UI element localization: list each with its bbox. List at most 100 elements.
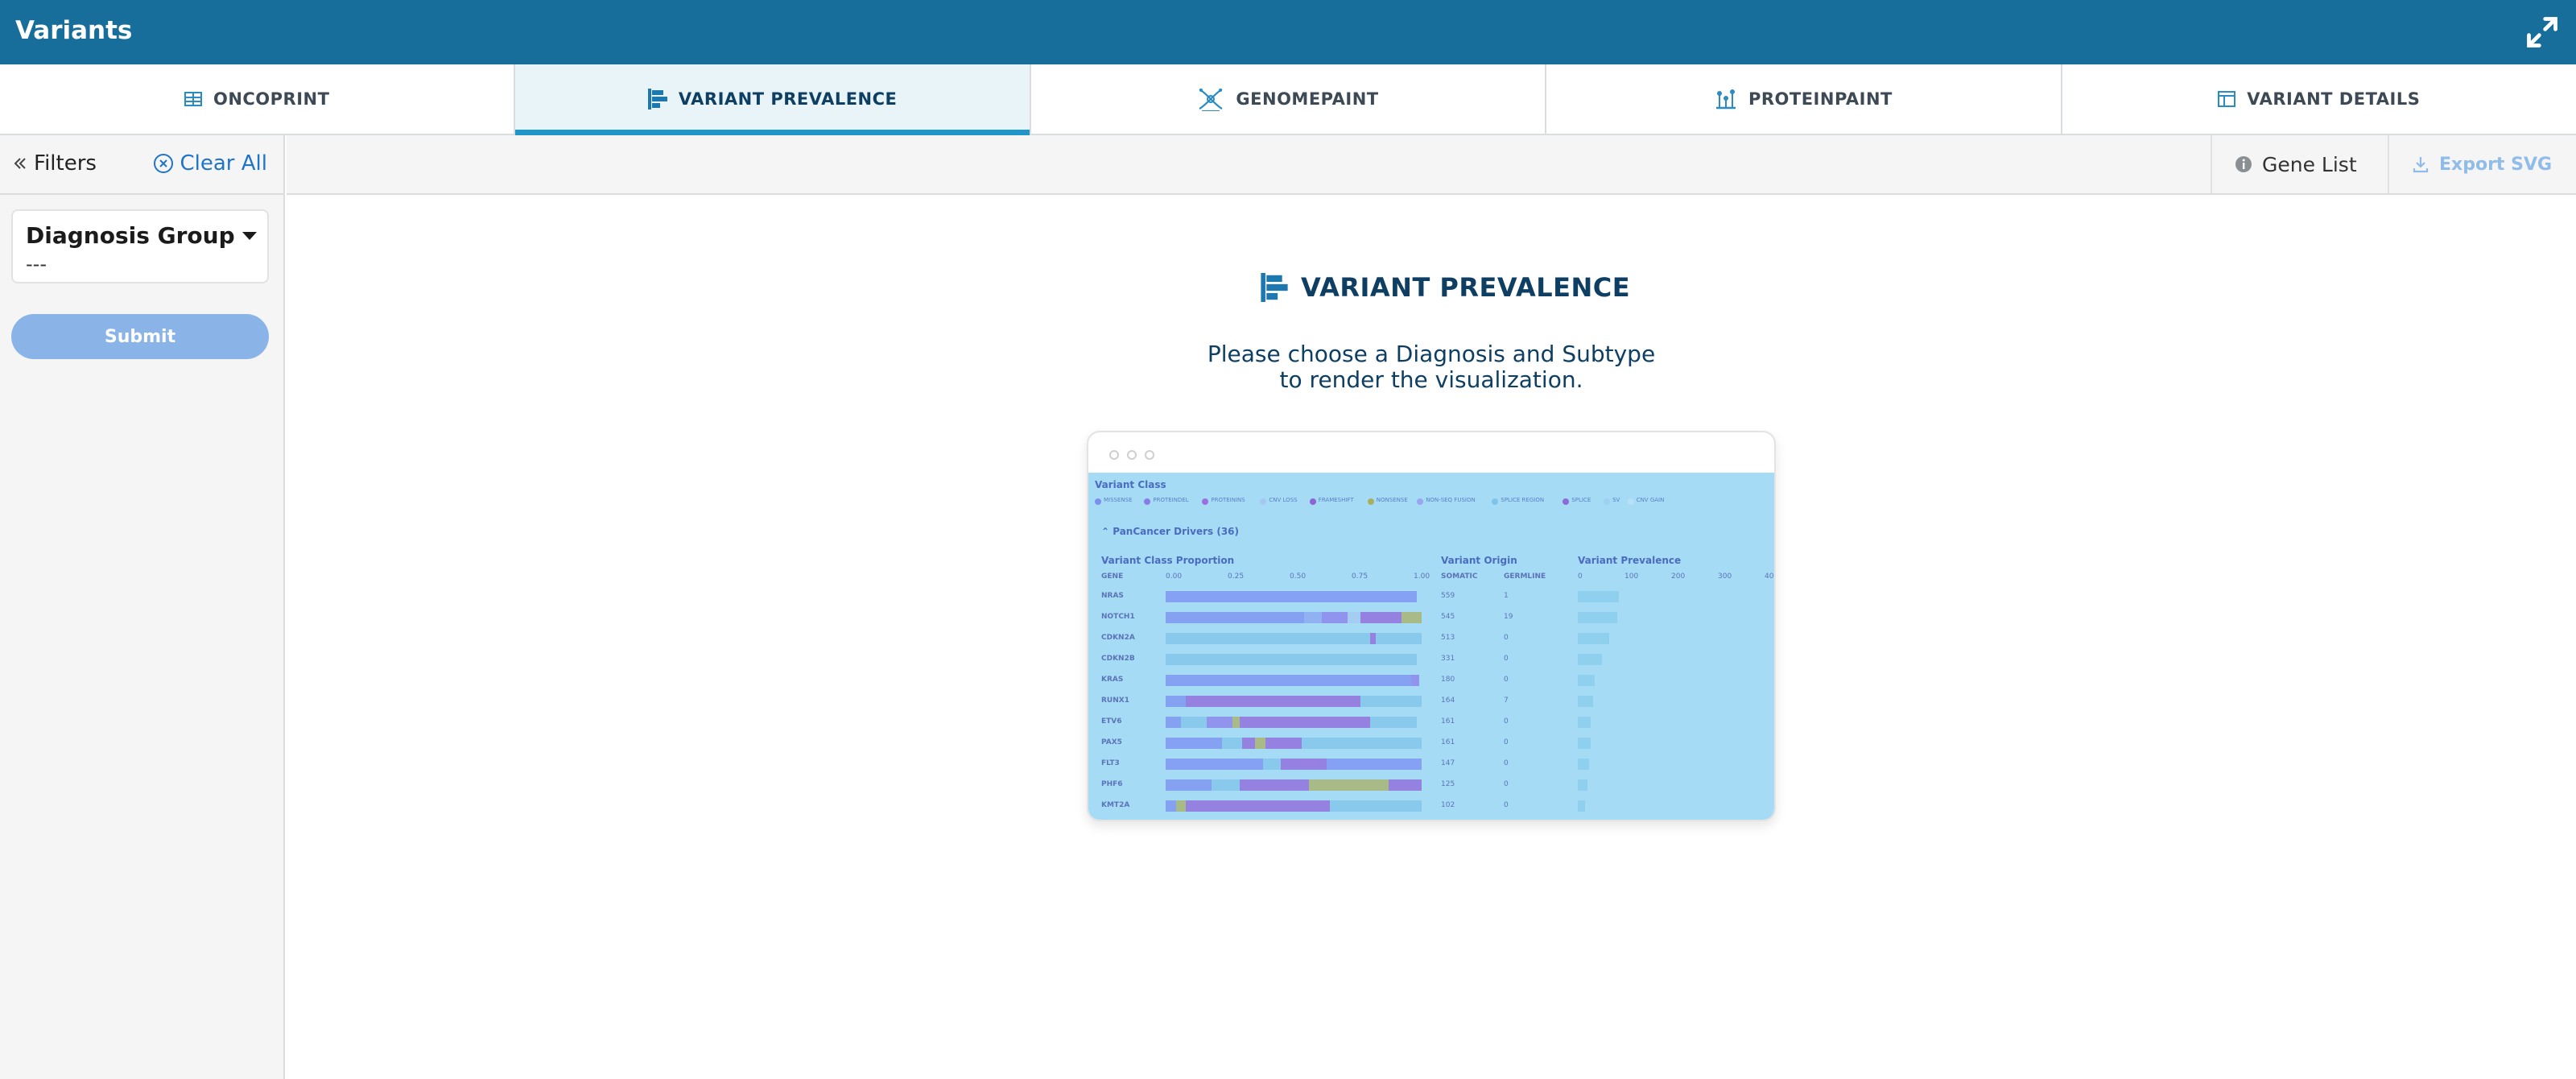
tab-genomepaint[interactable]: GENOMEPAINT: [1031, 64, 1547, 134]
preview-prevalence-bar: [1578, 654, 1603, 665]
double-chevron-left-icon: [14, 158, 26, 169]
window-dot: [1145, 450, 1154, 460]
submit-button[interactable]: Submit: [11, 314, 269, 359]
preview-row-gene: PHF6: [1101, 780, 1123, 788]
caret-down-icon: [242, 231, 257, 240]
preview-proportion-segment: [1181, 717, 1207, 728]
tab-label: VARIANT DETAILS: [2247, 89, 2421, 109]
preview-proportion-segment: [1347, 612, 1360, 623]
preview-row-gene: CDKN2B: [1101, 655, 1135, 663]
preview-proportion-segment: [1311, 738, 1422, 749]
preview-proportion-tick: 0.75: [1352, 573, 1368, 581]
preview-row-germline: 7: [1504, 697, 1509, 705]
bar-chart-icon: [1261, 273, 1288, 302]
preview-prevalence-bar: [1578, 779, 1587, 791]
window-dots: [1109, 450, 1154, 460]
bar-chart-icon: [647, 89, 667, 110]
preview-legend-item: CNV LOSS: [1269, 497, 1298, 503]
preview-proportion-segment: [1242, 738, 1256, 749]
preview-proportion-segment: [1166, 717, 1182, 728]
preview-row-gene: ETV6: [1101, 717, 1122, 726]
preview-row-gene: NOTCH1: [1101, 613, 1135, 621]
preview-proportion-segment: [1240, 717, 1371, 728]
preview-prevalence-bar: [1578, 759, 1589, 770]
preview-row-gene: RUNX1: [1101, 697, 1129, 705]
preview-variant-class-label: Variant Class: [1095, 479, 1166, 490]
preview-prevalence-bar: [1578, 696, 1593, 707]
preview-prevalence-bar: [1578, 738, 1591, 749]
gene-list-label: Gene List: [2262, 152, 2357, 176]
preview-proportion-tick: 0.25: [1228, 573, 1245, 581]
preview-row-somatic: 102: [1441, 801, 1455, 809]
preview-row-gene: KRAS: [1101, 676, 1124, 684]
preview-legend-swatch: [1563, 498, 1570, 505]
tab-label: PROTEINPAINT: [1748, 89, 1893, 109]
collapse-filters-button[interactable]: Filters: [13, 151, 97, 176]
genome-icon: [1199, 89, 1223, 111]
preview-row-germline: 1: [1504, 592, 1509, 600]
preview-prevalence-bar: [1578, 800, 1586, 812]
preview-proportion-segment: [1191, 696, 1360, 707]
window-title: Variants: [15, 16, 133, 45]
tab-variant-details[interactable]: VARIANT DETAILS: [2062, 64, 2576, 134]
preview-row-germline: 0: [1504, 655, 1509, 663]
preview-proportion-segment: [1281, 759, 1327, 770]
diagnosis-group-dropdown[interactable]: Diagnosis Group: [26, 222, 258, 249]
preview-proportion-segment: [1240, 779, 1310, 791]
preview-legend-item: SPLICE: [1571, 497, 1591, 503]
diagnosis-group-value: ---: [26, 253, 47, 275]
preview-proportion-segment: [1175, 800, 1187, 812]
preview-row-gene: CDKN2A: [1101, 634, 1135, 642]
preview-legend-swatch: [1492, 498, 1499, 505]
preview-legend-swatch: [1095, 498, 1101, 505]
window-titlebar: Variants: [0, 0, 2576, 64]
preview-prevalence-bar: [1578, 612, 1617, 623]
tab-variant-prevalence[interactable]: VARIANT PREVALENCE: [515, 64, 1031, 135]
preview-proportion-segment: [1329, 800, 1422, 812]
preview-legend-item: NONSENSE: [1376, 497, 1408, 503]
preview-legend-item: SV: [1612, 497, 1620, 503]
tab-proteinpaint[interactable]: PROTEINPAINT: [1546, 64, 2062, 134]
preview-proportion-segment: [1375, 633, 1422, 644]
page-title: VARIANT PREVALENCE: [1261, 272, 1630, 303]
preview-row-somatic: 331: [1441, 655, 1455, 663]
preview-proportion-segment: [1327, 759, 1422, 770]
preview-proportion-segment: [1166, 759, 1263, 770]
preview-header-prevalence: Variant Prevalence: [1578, 555, 1682, 566]
gene-list-button[interactable]: Gene List: [2211, 135, 2388, 193]
preview-prevalence-tick: 100: [1624, 573, 1639, 581]
preview-proportion-segment: [1166, 612, 1304, 623]
preview-prevalence-tick: 200: [1671, 573, 1686, 581]
tab-label: VARIANT PREVALENCE: [678, 89, 898, 109]
diagnosis-group-filter[interactable]: Diagnosis Group ---: [11, 209, 269, 283]
preview-proportion-segment: [1221, 738, 1243, 749]
preview-legend-item: FRAMESHIFT: [1318, 497, 1354, 503]
clear-all-button[interactable]: Clear All: [153, 151, 267, 176]
preview-row-somatic: 161: [1441, 717, 1455, 726]
preview-row-somatic: 545: [1441, 613, 1455, 621]
preview-proportion-segment: [1166, 654, 1417, 665]
preview-row-somatic: 164: [1441, 697, 1455, 705]
preview-proportion-segment: [1265, 738, 1302, 749]
preview-prevalence-bar: [1578, 591, 1620, 602]
preview-proportion-segment: [1166, 591, 1417, 602]
preview-legend-swatch: [1202, 498, 1209, 505]
preview-row-germline: 19: [1504, 613, 1513, 621]
preview-row-somatic: 147: [1441, 759, 1455, 767]
tab-bar: ONCOPRINT VARIANT PREVALENCE GENOMEPAINT…: [0, 64, 2576, 135]
preview-row-germline: 0: [1504, 634, 1509, 642]
preview-row-germline: 0: [1504, 717, 1509, 726]
preview-header-origin: Variant Origin: [1441, 555, 1517, 566]
preview-proportion-segment: [1166, 696, 1187, 707]
preview-screen: Variant Class MISSENSE PROTEINDEL PROTEININ…: [1088, 473, 1774, 820]
export-svg-button[interactable]: Export SVG: [2388, 135, 2576, 193]
filters-header: Filters Clear All: [0, 135, 283, 195]
preview-legend-swatch: [1309, 498, 1316, 505]
preview-proportion-tick: 0.00: [1166, 573, 1183, 581]
preview-proportion-segment: [1166, 800, 1176, 812]
preview-row-gene: KMT2A: [1101, 801, 1130, 809]
tab-oncoprint[interactable]: ONCOPRINT: [0, 64, 516, 134]
preview-legend-item: CNV GAIN: [1636, 497, 1665, 503]
preview-row-germline: 0: [1504, 676, 1509, 684]
expand-icon[interactable]: [2524, 14, 2560, 50]
